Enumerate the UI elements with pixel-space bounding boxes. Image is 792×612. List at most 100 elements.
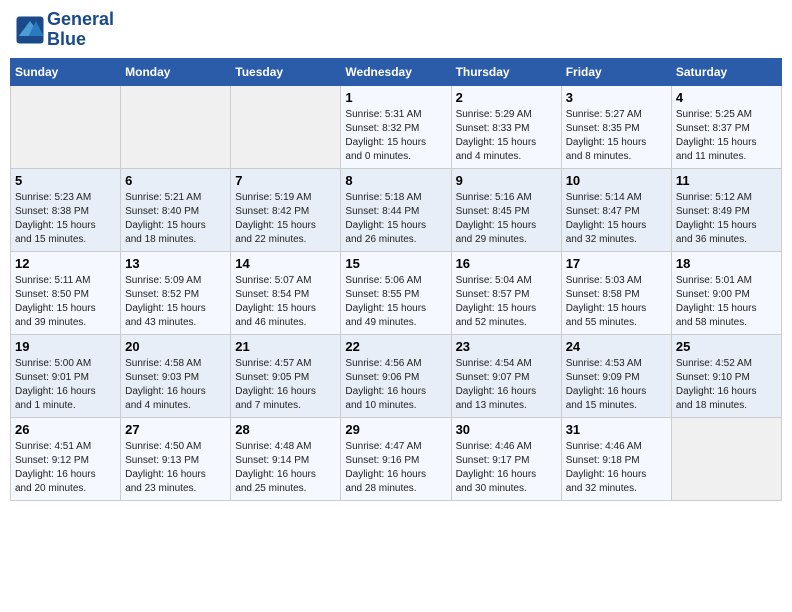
calendar-cell: 1 Sunrise: 5:31 AM Sunset: 8:32 PM Daylig… [341, 85, 451, 168]
day-number: 5 [15, 173, 116, 188]
calendar-cell: 16Sunrise: 5:04 AM Sunset: 8:57 PM Dayli… [451, 251, 561, 334]
logo: General Blue [15, 10, 114, 50]
calendar-cell: 29 Sunrise: 4:47 AM Sunset: 9:16 PM Dayli… [341, 417, 451, 500]
day-info: Sunrise: 5:07 AM Sunset: 8:54 PM Dayligh… [235, 274, 336, 330]
calendar-cell: 12 Sunrise: 5:11 AM Sunset: 8:50 PM Dayli… [11, 251, 121, 334]
day-number: 17 [566, 256, 667, 271]
day-info: Sunrise: 5:31 AM Sunset: 8:32 PM Dayligh… [345, 108, 446, 164]
day-number: 26 [15, 422, 116, 437]
day-number: 11 [676, 173, 777, 188]
calendar-cell: 11Sunrise: 5:12 AM Sunset: 8:49 PM Dayli… [671, 168, 781, 251]
day-number: 28 [235, 422, 336, 437]
calendar-cell: 27Sunrise: 4:50 AM Sunset: 9:13 PM Dayli… [121, 417, 231, 500]
day-number: 7 [235, 173, 336, 188]
day-number: 31 [566, 422, 667, 437]
day-info: Sunrise: 5:00 AM Sunset: 9:01 PM Dayligh… [15, 357, 116, 413]
calendar-cell: 3 Sunrise: 5:27 AM Sunset: 8:35 PM Daylig… [561, 85, 671, 168]
day-info: Sunrise: 5:21 AM Sunset: 8:40 PM Dayligh… [125, 191, 226, 247]
calendar-cell: 23Sunrise: 4:54 AM Sunset: 9:07 PM Dayli… [451, 334, 561, 417]
day-number: 4 [676, 90, 777, 105]
day-number: 22 [345, 339, 446, 354]
calendar-table: SundayMondayTuesdayWednesdayThursdayFrid… [10, 58, 782, 501]
weekday-header: Friday [561, 58, 671, 85]
calendar-cell: 7Sunrise: 5:19 AM Sunset: 8:42 PM Daylig… [231, 168, 341, 251]
calendar-cell: 9 Sunrise: 5:16 AM Sunset: 8:45 PM Daylig… [451, 168, 561, 251]
day-number: 10 [566, 173, 667, 188]
day-info: Sunrise: 5:27 AM Sunset: 8:35 PM Dayligh… [566, 108, 667, 164]
day-number: 1 [345, 90, 446, 105]
day-info: Sunrise: 5:25 AM Sunset: 8:37 PM Dayligh… [676, 108, 777, 164]
weekday-header: Tuesday [231, 58, 341, 85]
day-number: 15 [345, 256, 446, 271]
day-info: Sunrise: 5:04 AM Sunset: 8:57 PM Dayligh… [456, 274, 557, 330]
calendar-week-row: 1 Sunrise: 5:31 AM Sunset: 8:32 PM Daylig… [11, 85, 782, 168]
day-info: Sunrise: 5:14 AM Sunset: 8:47 PM Dayligh… [566, 191, 667, 247]
day-number: 23 [456, 339, 557, 354]
weekday-header: Wednesday [341, 58, 451, 85]
calendar-cell: 28 Sunrise: 4:48 AM Sunset: 9:14 PM Dayli… [231, 417, 341, 500]
day-number: 21 [235, 339, 336, 354]
logo-icon [15, 15, 45, 45]
day-number: 29 [345, 422, 446, 437]
calendar-cell: 21Sunrise: 4:57 AM Sunset: 9:05 PM Dayli… [231, 334, 341, 417]
day-info: Sunrise: 4:58 AM Sunset: 9:03 PM Dayligh… [125, 357, 226, 413]
day-info: Sunrise: 4:53 AM Sunset: 9:09 PM Dayligh… [566, 357, 667, 413]
day-info: Sunrise: 5:29 AM Sunset: 8:33 PM Dayligh… [456, 108, 557, 164]
calendar-cell: 18 Sunrise: 5:01 AM Sunset: 9:00 PM Dayli… [671, 251, 781, 334]
day-info: Sunrise: 4:50 AM Sunset: 9:13 PM Dayligh… [125, 440, 226, 496]
calendar-cell: 15 Sunrise: 5:06 AM Sunset: 8:55 PM Dayli… [341, 251, 451, 334]
day-info: Sunrise: 4:47 AM Sunset: 9:16 PM Dayligh… [345, 440, 446, 496]
day-number: 18 [676, 256, 777, 271]
calendar-cell: 4 Sunrise: 5:25 AM Sunset: 8:37 PM Daylig… [671, 85, 781, 168]
calendar-cell: 26 Sunrise: 4:51 AM Sunset: 9:12 PM Dayli… [11, 417, 121, 500]
day-info: Sunrise: 4:51 AM Sunset: 9:12 PM Dayligh… [15, 440, 116, 496]
page-header: General Blue [10, 10, 782, 50]
logo-text: General Blue [47, 10, 114, 50]
day-info: Sunrise: 4:56 AM Sunset: 9:06 PM Dayligh… [345, 357, 446, 413]
day-number: 24 [566, 339, 667, 354]
day-info: Sunrise: 5:11 AM Sunset: 8:50 PM Dayligh… [15, 274, 116, 330]
day-info: Sunrise: 5:09 AM Sunset: 8:52 PM Dayligh… [125, 274, 226, 330]
calendar-cell [671, 417, 781, 500]
day-number: 30 [456, 422, 557, 437]
calendar-week-row: 26 Sunrise: 4:51 AM Sunset: 9:12 PM Dayli… [11, 417, 782, 500]
weekday-header: Sunday [11, 58, 121, 85]
day-number: 3 [566, 90, 667, 105]
weekday-header: Monday [121, 58, 231, 85]
day-number: 14 [235, 256, 336, 271]
day-number: 9 [456, 173, 557, 188]
calendar-week-row: 12 Sunrise: 5:11 AM Sunset: 8:50 PM Dayli… [11, 251, 782, 334]
calendar-cell: 2 Sunrise: 5:29 AM Sunset: 8:33 PM Daylig… [451, 85, 561, 168]
day-info: Sunrise: 4:46 AM Sunset: 9:18 PM Dayligh… [566, 440, 667, 496]
calendar-cell [11, 85, 121, 168]
day-number: 2 [456, 90, 557, 105]
calendar-cell: 8Sunrise: 5:18 AM Sunset: 8:44 PM Daylig… [341, 168, 451, 251]
day-info: Sunrise: 5:06 AM Sunset: 8:55 PM Dayligh… [345, 274, 446, 330]
calendar-cell: 20 Sunrise: 4:58 AM Sunset: 9:03 PM Dayli… [121, 334, 231, 417]
weekday-header: Saturday [671, 58, 781, 85]
calendar-cell: 25 Sunrise: 4:52 AM Sunset: 9:10 PM Dayli… [671, 334, 781, 417]
day-info: Sunrise: 5:01 AM Sunset: 9:00 PM Dayligh… [676, 274, 777, 330]
day-number: 13 [125, 256, 226, 271]
weekday-header: Thursday [451, 58, 561, 85]
day-info: Sunrise: 5:03 AM Sunset: 8:58 PM Dayligh… [566, 274, 667, 330]
day-info: Sunrise: 5:23 AM Sunset: 8:38 PM Dayligh… [15, 191, 116, 247]
calendar-cell: 10 Sunrise: 5:14 AM Sunset: 8:47 PM Dayli… [561, 168, 671, 251]
day-number: 25 [676, 339, 777, 354]
calendar-header-row: SundayMondayTuesdayWednesdayThursdayFrid… [11, 58, 782, 85]
day-info: Sunrise: 5:16 AM Sunset: 8:45 PM Dayligh… [456, 191, 557, 247]
day-info: Sunrise: 4:48 AM Sunset: 9:14 PM Dayligh… [235, 440, 336, 496]
calendar-cell: 6Sunrise: 5:21 AM Sunset: 8:40 PM Daylig… [121, 168, 231, 251]
calendar-cell [121, 85, 231, 168]
day-number: 20 [125, 339, 226, 354]
calendar-cell: 19Sunrise: 5:00 AM Sunset: 9:01 PM Dayli… [11, 334, 121, 417]
day-number: 8 [345, 173, 446, 188]
calendar-cell: 30Sunrise: 4:46 AM Sunset: 9:17 PM Dayli… [451, 417, 561, 500]
calendar-cell [231, 85, 341, 168]
day-number: 12 [15, 256, 116, 271]
calendar-cell: 24 Sunrise: 4:53 AM Sunset: 9:09 PM Dayli… [561, 334, 671, 417]
day-info: Sunrise: 4:52 AM Sunset: 9:10 PM Dayligh… [676, 357, 777, 413]
calendar-cell: 14 Sunrise: 5:07 AM Sunset: 8:54 PM Dayli… [231, 251, 341, 334]
calendar-cell: 22 Sunrise: 4:56 AM Sunset: 9:06 PM Dayli… [341, 334, 451, 417]
calendar-week-row: 5 Sunrise: 5:23 AM Sunset: 8:38 PM Daylig… [11, 168, 782, 251]
